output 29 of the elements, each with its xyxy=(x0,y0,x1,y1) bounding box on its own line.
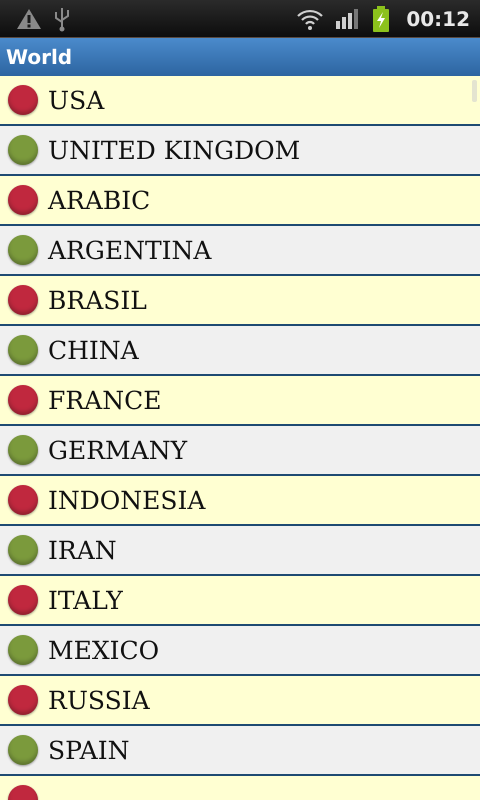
window-title: World xyxy=(6,45,72,69)
scroll-thumb xyxy=(472,80,477,102)
list-item[interactable]: FRANCE xyxy=(0,376,480,426)
list-item[interactable]: USA xyxy=(0,76,480,126)
country-label: BRASIL xyxy=(48,286,147,314)
country-label: GERMANY xyxy=(48,436,188,464)
country-label: INDONESIA xyxy=(48,486,206,514)
wifi-icon xyxy=(296,8,324,30)
country-label: RUSSIA xyxy=(48,686,150,714)
list-item[interactable]: ARABIC xyxy=(0,176,480,226)
country-label: ITALY xyxy=(48,586,123,614)
country-label: USA xyxy=(48,86,104,114)
list-item[interactable]: ITALY xyxy=(0,576,480,626)
usb-icon xyxy=(54,6,70,32)
country-label: UNITED KINGDOM xyxy=(48,136,300,164)
country-label: ARGENTINA xyxy=(48,236,212,264)
battery-icon xyxy=(372,6,390,32)
country-label: IRAN xyxy=(48,536,117,564)
warning-icon xyxy=(16,8,42,30)
country-label: CHINA xyxy=(48,336,139,364)
list-item[interactable]: BRASIL xyxy=(0,276,480,326)
list-item[interactable]: INDONESIA xyxy=(0,476,480,526)
country-label: FRANCE xyxy=(48,386,162,414)
country-label: ARABIC xyxy=(48,186,150,214)
country-label: SPAIN xyxy=(48,736,130,764)
country-label: MEXICO xyxy=(48,636,160,664)
list-item[interactable]: RUSSIA xyxy=(0,676,480,726)
signal-icon xyxy=(336,8,360,28)
clock-time: 00:12 xyxy=(406,6,470,30)
